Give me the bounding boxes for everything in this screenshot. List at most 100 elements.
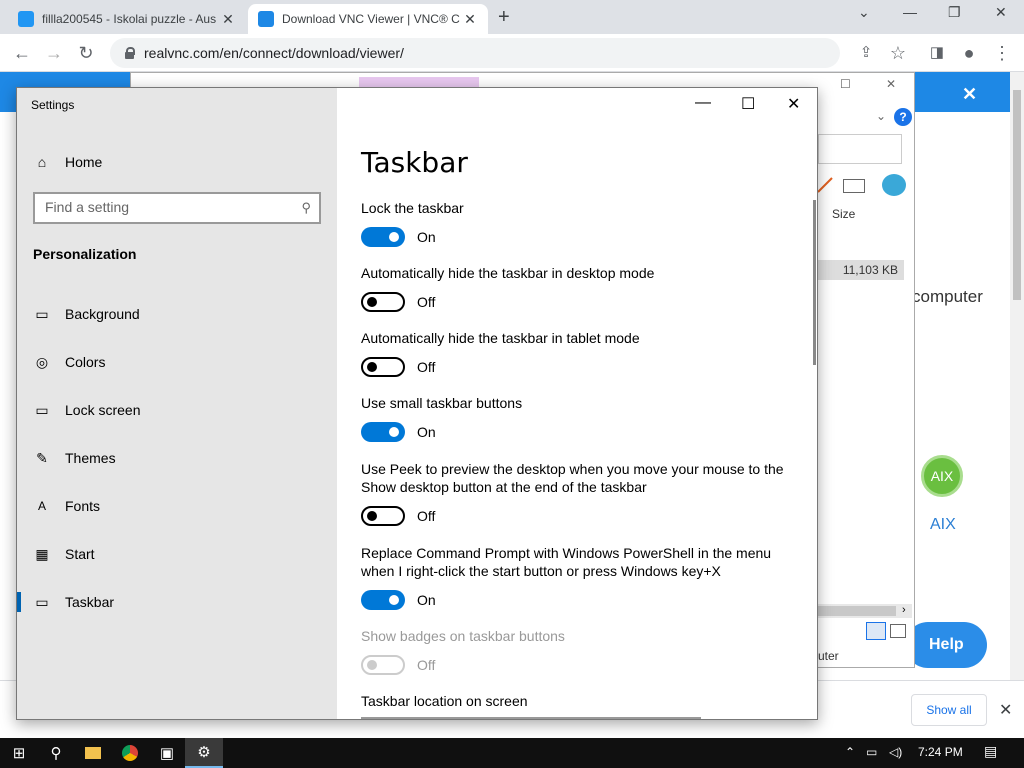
settings-gear-icon[interactable]: ⚙ <box>185 738 223 768</box>
file-explorer-icon[interactable] <box>74 738 112 768</box>
nav-label: Themes <box>65 450 116 466</box>
nav-start[interactable]: ▦ Start <box>17 534 337 574</box>
option-label: Replace Command Prompt with Windows Powe… <box>361 545 772 579</box>
option-label: Lock the taskbar <box>361 200 464 216</box>
volume-icon[interactable]: ◁) <box>889 745 902 759</box>
settings-minimize-button[interactable]: — <box>695 94 711 112</box>
autohide-desktop-toggle[interactable] <box>361 292 405 312</box>
toggle-knob <box>389 427 399 437</box>
help-button[interactable]: Help <box>905 622 987 668</box>
page-scrollbar[interactable] <box>1010 72 1024 680</box>
windows-taskbar: ⊞ ⚲ ▣ ⚙ ⌃ ▭ ◁) 7:24 PM ▤ <box>0 738 1024 768</box>
nav-label: Start <box>65 546 95 562</box>
bg-scroll-thumb[interactable] <box>818 606 896 616</box>
bg-scroll-right-icon[interactable]: › <box>902 604 906 616</box>
nav-background[interactable]: ▭ Background <box>17 294 337 334</box>
toggle-knob <box>367 511 377 521</box>
menu-kebab-icon[interactable]: ⋮ <box>990 41 1014 65</box>
autohide-tablet-toggle[interactable] <box>361 357 405 377</box>
clock-time[interactable]: 7:24 PM <box>918 745 963 759</box>
bg-horizontal-scrollbar[interactable]: › <box>818 604 912 618</box>
tab-puzzle[interactable]: fillla200545 - Iskolai puzzle - Aus ✕ <box>8 4 246 34</box>
tab-vnc[interactable]: Download VNC Viewer | VNC® C ✕ <box>248 4 488 34</box>
themes-icon: ✎ <box>36 449 48 466</box>
nav-taskbar[interactable]: ▭ Taskbar <box>17 582 337 622</box>
chevron-down-icon[interactable]: ⌄ <box>858 4 870 21</box>
home-icon: ⌂ <box>37 154 47 170</box>
address-bar[interactable]: realvnc.com/en/connect/download/viewer/ <box>110 38 840 68</box>
nav-fonts[interactable]: A Fonts <box>17 486 337 526</box>
url-text: realvnc.com/en/connect/download/viewer/ <box>144 45 404 61</box>
download-bar-close-icon[interactable]: ✕ <box>999 700 1012 720</box>
settings-maximize-button[interactable]: ☐ <box>741 94 755 114</box>
bg-search-input[interactable] <box>818 134 902 164</box>
aix-link[interactable]: AIX <box>930 516 956 534</box>
tray-chevron-up-icon[interactable]: ⌃ <box>845 745 855 759</box>
notifications-icon[interactable]: ▤ <box>984 743 997 760</box>
new-tab-button[interactable]: + <box>498 6 510 29</box>
tab-close-icon[interactable]: ✕ <box>220 11 236 28</box>
nav-label: Colors <box>65 354 106 370</box>
bg-mail-icon[interactable] <box>843 179 865 193</box>
nav-themes[interactable]: ✎ Themes <box>17 438 337 478</box>
share-icon[interactable]: ⇪ <box>854 41 878 65</box>
toggle-knob <box>367 660 377 670</box>
taskbar-icon: ▭ <box>35 593 49 610</box>
scrollbar-thumb[interactable] <box>1013 90 1021 300</box>
image-icon: ▭ <box>35 305 49 322</box>
tab-close-icon[interactable]: ✕ <box>462 11 478 28</box>
chrome-icon[interactable] <box>111 738 149 768</box>
bg-close-icon[interactable]: ✕ <box>886 77 896 91</box>
settings-window: Settings ⌂ Home Find a setting ⚲ Persona… <box>16 87 818 720</box>
bg-edit-icon[interactable] <box>816 176 834 194</box>
profile-avatar-icon[interactable]: ● <box>957 41 981 65</box>
close-window-button[interactable]: ✕ <box>995 4 1007 21</box>
search-icon[interactable]: ⚲ <box>301 200 311 216</box>
lock-taskbar-toggle[interactable] <box>361 227 405 247</box>
nav-home[interactable]: ⌂ Home <box>17 142 337 182</box>
forward-arrow-icon[interactable]: → <box>42 41 66 65</box>
fonts-icon: A <box>37 499 46 513</box>
nav-lock-screen[interactable]: ▭ Lock screen <box>17 390 337 430</box>
remote-app-icon[interactable]: ▣ <box>148 738 186 768</box>
nav-colors[interactable]: ◎ Colors <box>17 342 337 382</box>
bg-globe-icon[interactable] <box>882 174 906 196</box>
bookmark-star-icon[interactable]: ☆ <box>886 41 910 65</box>
bg-help-icon[interactable]: ? <box>894 108 912 126</box>
search-icon[interactable]: ⚲ <box>37 738 75 768</box>
minimize-button[interactable]: — <box>903 4 917 20</box>
toggle-state: On <box>417 229 436 245</box>
toggle-state: Off <box>417 508 436 524</box>
location-dropdown[interactable] <box>361 717 701 719</box>
vnc-favicon-icon <box>258 11 274 27</box>
toggle-state: Off <box>417 294 436 310</box>
back-arrow-icon[interactable]: ← <box>10 41 34 65</box>
start-icon: ▦ <box>35 545 49 562</box>
reload-icon[interactable]: ↻ <box>74 41 98 65</box>
content-scrollbar[interactable] <box>813 200 816 365</box>
bg-maximize-icon[interactable]: ☐ <box>840 77 851 91</box>
find-setting-input[interactable]: Find a setting ⚲ <box>33 192 321 224</box>
start-button-icon[interactable]: ⊞ <box>0 738 38 768</box>
network-icon[interactable]: ▭ <box>866 745 877 759</box>
bg-preview-view-icon[interactable] <box>890 624 906 638</box>
show-all-button[interactable]: Show all <box>911 694 987 726</box>
banner-close-icon[interactable]: ✕ <box>962 84 977 105</box>
lock-icon <box>122 46 136 60</box>
bg-chevron-down-icon[interactable]: ⌄ <box>876 109 886 123</box>
bg-details-view-icon[interactable] <box>866 622 886 640</box>
side-panel-icon[interactable]: ◨ <box>925 41 949 65</box>
small-buttons-toggle[interactable] <box>361 422 405 442</box>
bg-file-size[interactable]: 11,103 KB <box>818 260 904 280</box>
powershell-toggle[interactable] <box>361 590 405 610</box>
toggle-state: Off <box>417 359 436 375</box>
settings-close-button[interactable]: ✕ <box>787 94 800 114</box>
puzzle-favicon-icon <box>18 11 34 27</box>
restore-button[interactable]: ❐ <box>948 4 961 21</box>
settings-app-title: Settings <box>31 98 75 112</box>
option-label: Use Peek to preview the desktop when you… <box>361 461 784 495</box>
nav-label: Taskbar <box>65 594 115 610</box>
peek-toggle[interactable] <box>361 506 405 526</box>
toggle-state: Off <box>417 657 436 673</box>
bg-column-size[interactable]: Size <box>832 207 855 221</box>
